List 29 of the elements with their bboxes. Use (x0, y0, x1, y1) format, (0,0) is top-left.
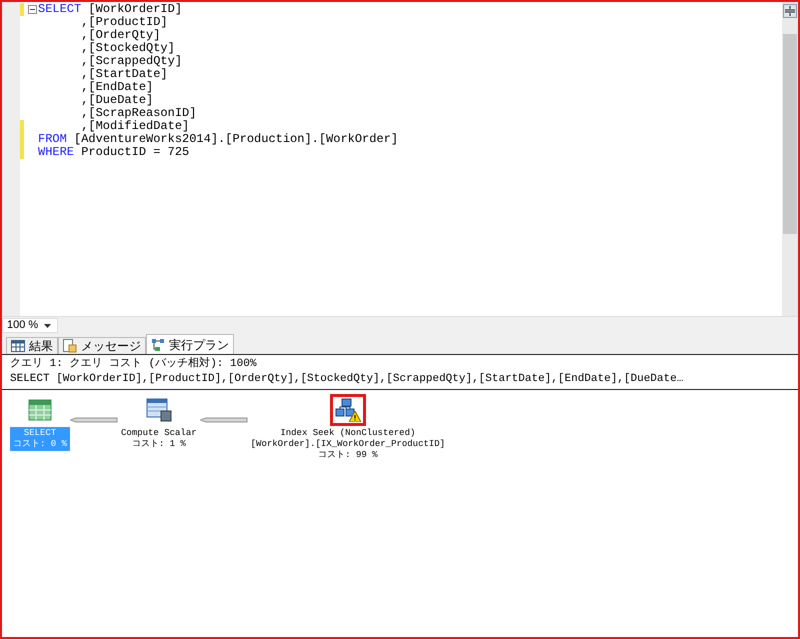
code-line: ,[ProductID] (80, 16, 168, 29)
code-line: FROM [AdventureWorks2014].[Production].[WorkOrder] (38, 133, 398, 146)
flow-arrow (70, 416, 118, 424)
code-line: ,[StartDate] (80, 68, 168, 81)
plan-icon (151, 338, 165, 352)
code-line: SELECT [WorkOrderID] (38, 3, 182, 16)
code-line: ,[ScrappedQty] (80, 55, 182, 68)
result-tab[interactable]: メッセージ (58, 337, 146, 354)
code-line: ,[OrderQty] (80, 29, 160, 42)
plan-header: クエリ 1: クエリ コスト (バッチ相対): 100% (9, 356, 258, 372)
code-line: WHERE ProductID = 725 (38, 146, 190, 159)
code-line: ,[DueDate] (80, 94, 154, 107)
plan-query: SELECT [WorkOrderID],[ProductID],[OrderQty],[StockedQty],[ScrappedQty],[StartDate],[EndDate],[DueDate… (2, 372, 798, 390)
flow-arrow (200, 416, 248, 424)
vertical-scrollbar[interactable] (782, 2, 798, 316)
code-line: ,[ScrapReasonID] (80, 107, 196, 120)
dropdown-icon (44, 324, 52, 328)
table-icon (28, 399, 52, 421)
code-line: ,[StockedQty] (80, 42, 175, 55)
scroll-thumb[interactable] (783, 34, 797, 234)
zoom-dropdown[interactable]: 100 % (2, 318, 58, 333)
result-tab[interactable]: 実行プラン (146, 334, 234, 354)
code-line: ,[ModifiedDate] (80, 120, 190, 133)
result-tab[interactable]: 結果 (6, 337, 58, 354)
code-line: ,[EndDate] (80, 81, 154, 94)
grid-icon (11, 340, 25, 352)
calculator-table-icon (146, 398, 172, 422)
collapse-icon[interactable] (28, 5, 36, 14)
split-icon[interactable] (783, 4, 797, 18)
